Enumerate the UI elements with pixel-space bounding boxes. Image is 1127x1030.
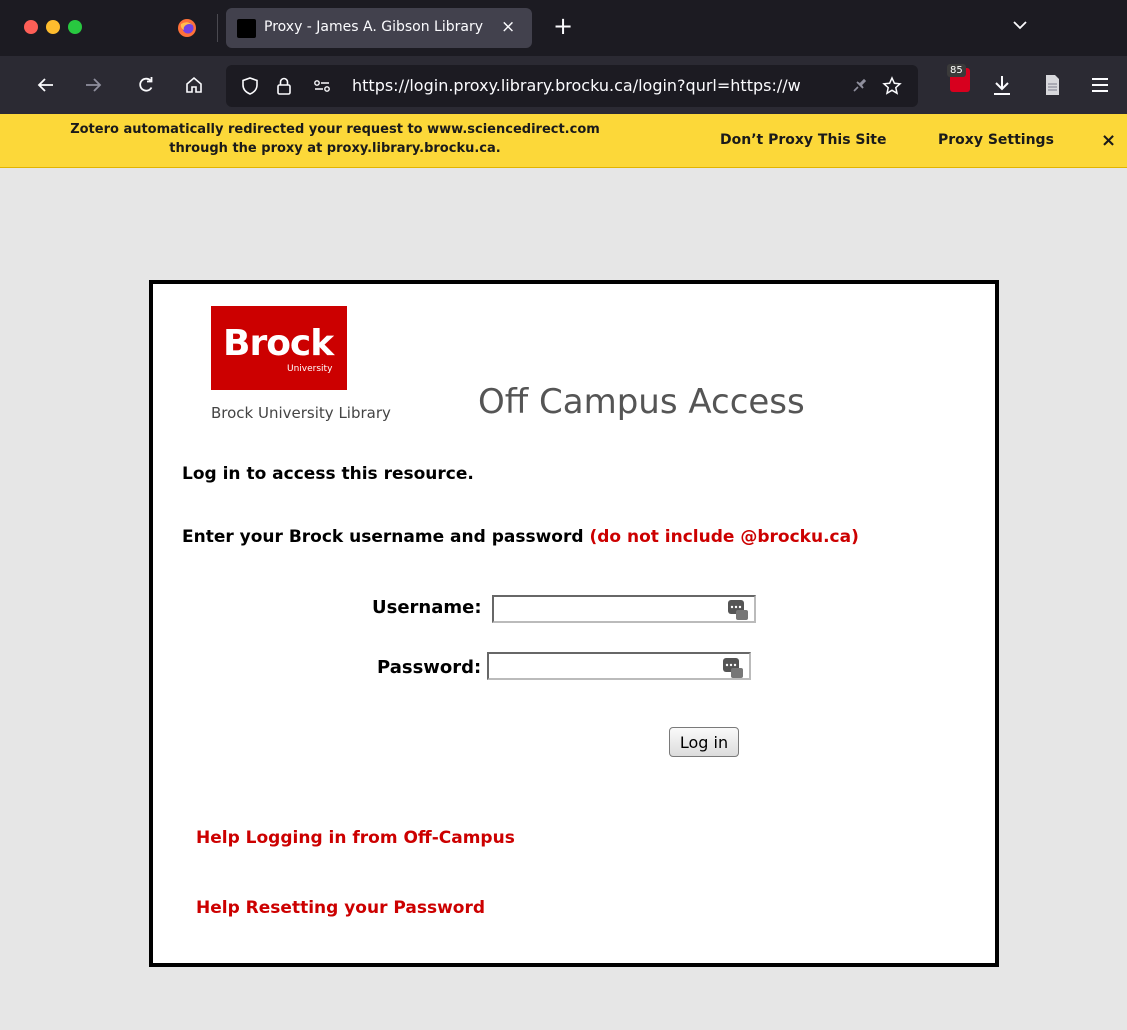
tab-favicon-icon xyxy=(237,19,256,38)
permissions-icon[interactable] xyxy=(312,76,332,96)
tab-active[interactable]: Proxy - James A. Gibson Library × xyxy=(226,8,532,48)
password-manager-icon[interactable] xyxy=(723,656,743,678)
star-icon[interactable] xyxy=(882,76,902,96)
firefox-icon[interactable] xyxy=(177,18,197,38)
reload-icon xyxy=(139,77,153,92)
password-manager-icon[interactable] xyxy=(728,598,748,620)
password-input[interactable] xyxy=(487,652,751,680)
arrow-left-icon xyxy=(37,78,53,92)
password-label: Password: xyxy=(377,657,482,678)
login-card: Brock University Brock University Librar… xyxy=(149,280,999,967)
download-icon[interactable] xyxy=(988,71,1016,99)
instruction-note: (do not include @brocku.ca) xyxy=(589,527,859,547)
notification-message: Zotero automatically redirected your req… xyxy=(10,120,660,158)
window-zoom-button[interactable] xyxy=(68,20,82,34)
tab-separator xyxy=(217,14,218,42)
window-close-button[interactable] xyxy=(24,20,38,34)
tab-title: Proxy - James A. Gibson Library xyxy=(264,19,483,35)
address-bar[interactable]: https://login.proxy.library.brocku.ca/lo… xyxy=(226,65,918,107)
notification-message-line1: Zotero automatically redirected your req… xyxy=(70,122,600,137)
zotero-notification-bar: Zotero automatically redirected your req… xyxy=(0,114,1127,168)
username-input[interactable] xyxy=(492,595,756,623)
reload-button[interactable] xyxy=(132,71,160,99)
logo-subtext: University xyxy=(287,364,333,374)
help-password-link[interactable]: Help Resetting your Password xyxy=(196,898,485,918)
dont-proxy-button[interactable]: Don’t Proxy This Site xyxy=(720,132,887,148)
username-label: Username: xyxy=(372,597,482,618)
pin-icon[interactable] xyxy=(849,76,869,96)
lock-icon[interactable] xyxy=(274,76,294,96)
logo-wordmark: Brock xyxy=(223,323,334,364)
back-button[interactable] xyxy=(32,71,60,99)
url-text[interactable]: https://login.proxy.library.brocku.ca/lo… xyxy=(352,76,822,95)
shield-icon[interactable] xyxy=(240,76,260,96)
new-tab-button[interactable]: + xyxy=(553,14,573,38)
home-icon xyxy=(186,76,202,93)
library-label: Brock University Library xyxy=(211,404,391,422)
extension-badge: 85 xyxy=(947,64,966,77)
hamburger-menu-icon[interactable] xyxy=(1086,71,1114,99)
forward-button[interactable] xyxy=(79,71,107,99)
page-title: Off Campus Access xyxy=(478,382,805,422)
proxy-settings-button[interactable]: Proxy Settings xyxy=(938,132,1054,148)
close-icon[interactable]: × xyxy=(1101,130,1116,151)
instruction-text: Enter your Brock username and password (… xyxy=(182,527,859,547)
arrow-right-icon xyxy=(86,78,102,92)
instruction-main: Enter your Brock username and password xyxy=(182,527,584,547)
tab-strip: Proxy - James A. Gibson Library × + xyxy=(0,0,1127,56)
chevron-down-icon[interactable] xyxy=(1011,16,1029,34)
brock-logo: Brock University xyxy=(211,306,347,390)
home-button[interactable] xyxy=(180,71,208,99)
help-offcampus-link[interactable]: Help Logging in from Off-Campus xyxy=(196,828,515,848)
notification-message-line2: through the proxy at proxy.library.brock… xyxy=(169,141,501,156)
page-icon[interactable] xyxy=(1038,71,1066,99)
login-button[interactable]: Log in xyxy=(669,727,739,757)
window-minimize-button[interactable] xyxy=(46,20,60,34)
intro-text: Log in to access this resource. xyxy=(182,464,474,484)
tab-close-icon[interactable]: × xyxy=(501,17,515,37)
